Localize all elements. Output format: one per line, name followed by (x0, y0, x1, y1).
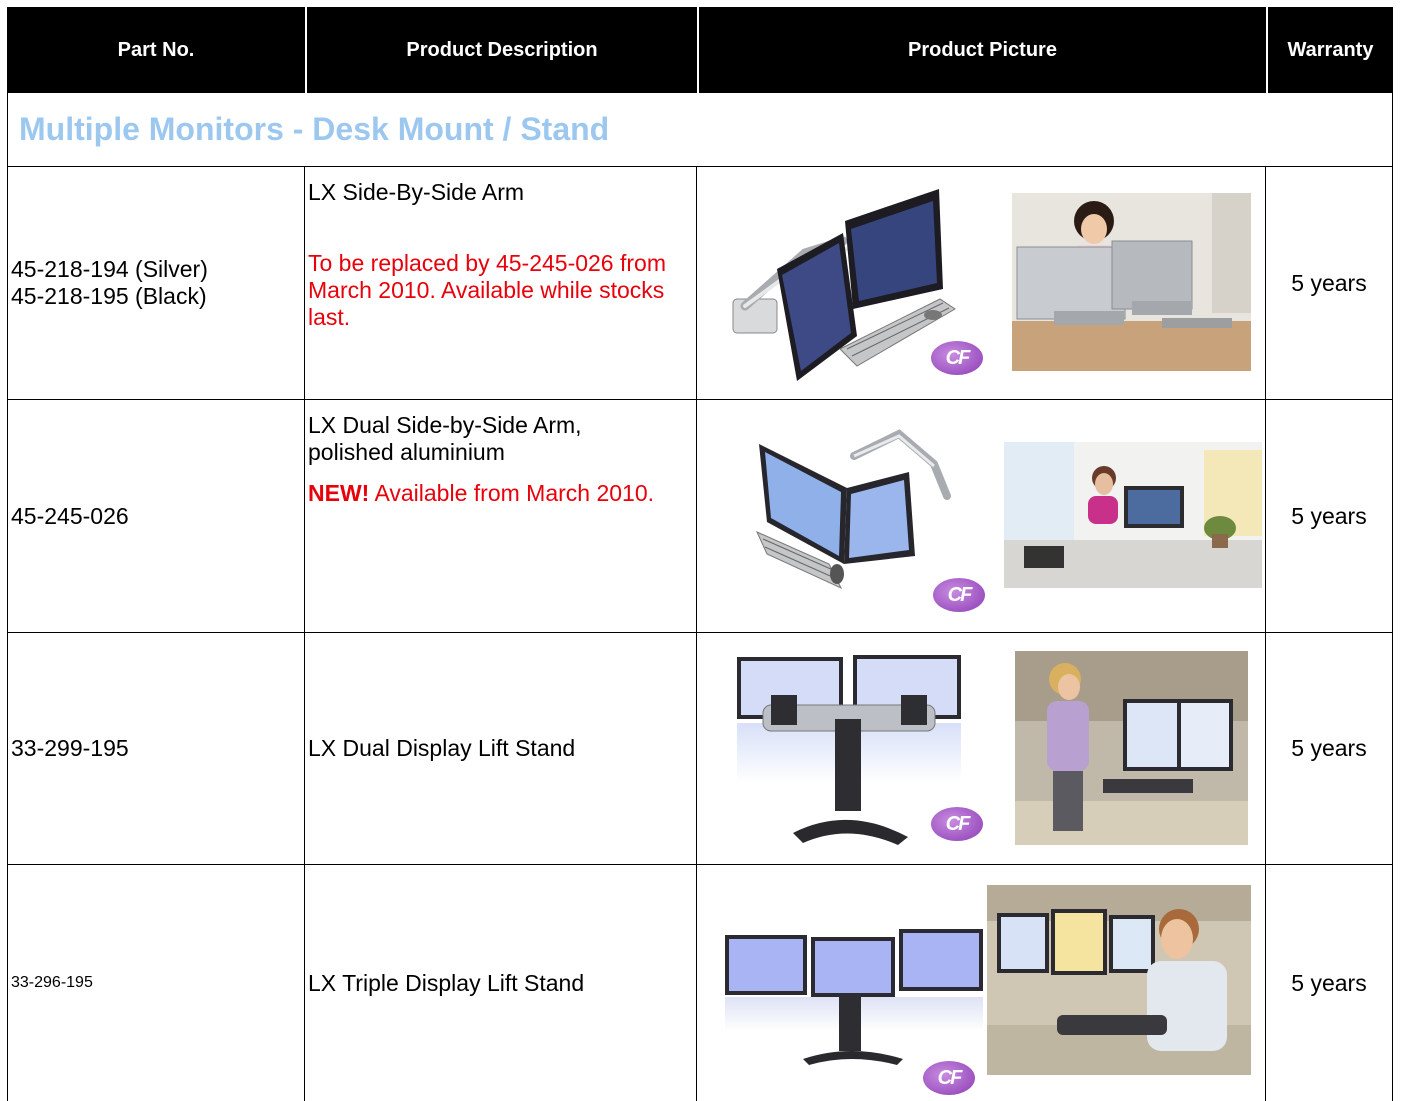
product-description: LX Dual Display Lift Stand (308, 735, 576, 761)
cf-badge: CF (931, 807, 983, 841)
part-number-cell: 45-245-026 (7, 400, 305, 633)
picture-cell: CF (697, 167, 1266, 400)
cf-badge: CF (923, 1061, 975, 1095)
header-part-no: Part No. (7, 7, 305, 93)
woman-standing-headset-photo (1015, 651, 1248, 845)
cf-badge: CF (931, 341, 983, 375)
section-row: Multiple Monitors - Desk Mount / Stand (7, 93, 1393, 167)
warranty: 5 years (1291, 969, 1367, 996)
product-description: LX Dual Side-by-Side Arm, polished alumi… (308, 412, 582, 465)
warranty: 5 years (1291, 735, 1367, 761)
availability-note: To be replaced by 45-245-026 from March … (308, 250, 666, 330)
warranty-cell: 5 years (1266, 167, 1393, 400)
description-cell: LX Dual Side-by-Side Arm, polished alumi… (305, 400, 697, 633)
product-description: LX Triple Display Lift Stand (308, 969, 585, 996)
warranty-cell: 5 years (1266, 865, 1393, 1101)
description-cell: LX Side-By-Side Arm To be replaced by 45… (305, 167, 697, 400)
part-number-cell: 45-218-194 (Silver) 45-218-195 (Black) (7, 167, 305, 400)
picture-cell: CF (697, 633, 1266, 865)
availability-note-text: Available from March 2010. (374, 480, 655, 506)
header-warranty: Warranty (1266, 7, 1393, 93)
product-description: LX Side-By-Side Arm (308, 179, 525, 205)
part-number-cell: 33-299-195 (7, 633, 305, 865)
woman-at-dual-monitors-photo (1012, 193, 1251, 371)
availability-note: NEW! Available from March 2010. (308, 480, 658, 507)
warranty: 5 years (1291, 269, 1367, 296)
part-number: 33-296-195 (11, 974, 93, 991)
section-title: Multiple Monitors - Desk Mount / Stand (19, 111, 610, 147)
part-number: 33-299-195 (11, 735, 129, 761)
man-on-phone-photo (987, 885, 1251, 1075)
description-cell: LX Dual Display Lift Stand (305, 633, 697, 865)
cf-badge: CF (933, 578, 985, 612)
warranty: 5 years (1291, 502, 1367, 529)
picture-cell: CF (697, 400, 1266, 633)
part-number: 45-245-026 (11, 502, 129, 529)
part-number-cell: 33-296-195 (7, 865, 305, 1101)
header-product-description: Product Description (305, 7, 697, 93)
part-number: 45-218-195 (Black) (11, 283, 207, 309)
header-product-picture: Product Picture (697, 7, 1266, 93)
new-label: NEW! (308, 480, 370, 506)
warranty-cell: 5 years (1266, 633, 1393, 865)
picture-cell: CF (697, 865, 1266, 1101)
warranty-cell: 5 years (1266, 400, 1393, 633)
part-number: 45-218-194 (Silver) (11, 256, 208, 282)
description-cell: LX Triple Display Lift Stand (305, 865, 697, 1101)
product-table: Part No. Product Description Product Pic… (7, 7, 1393, 1101)
woman-at-desk-photo (1004, 442, 1262, 588)
triple-display-lift-stand-image (725, 929, 983, 1065)
